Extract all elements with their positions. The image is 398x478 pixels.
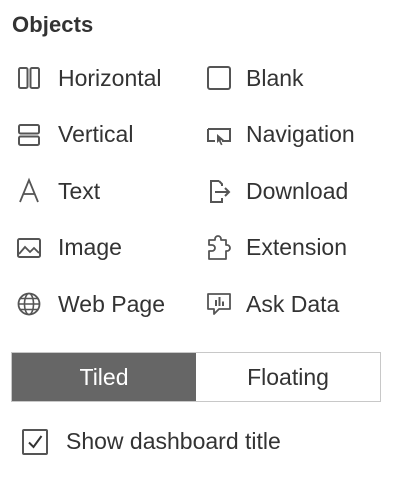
show-title-checkbox[interactable]: [22, 428, 48, 455]
object-ask-data[interactable]: Ask Data: [204, 284, 394, 324]
object-text[interactable]: Text: [14, 171, 204, 211]
object-web-page[interactable]: Web Page: [14, 284, 204, 324]
object-download[interactable]: Download: [204, 171, 394, 211]
object-label: Extension: [246, 234, 348, 260]
navigation-icon: [204, 120, 234, 150]
object-horizontal[interactable]: Horizontal: [14, 58, 204, 98]
object-label: Text: [58, 177, 101, 204]
object-label: Download: [246, 177, 349, 204]
object-navigation[interactable]: Navigation: [204, 115, 394, 155]
object-label: Web Page: [58, 290, 165, 317]
globe-icon: [14, 289, 44, 319]
object-image[interactable]: Image: [14, 228, 204, 268]
object-label: Ask Data: [246, 290, 340, 317]
ask-data-icon: [204, 289, 234, 319]
checkmark-icon: [28, 434, 43, 449]
objects-panel: Objects Horizontal Blank Vertical Naviga…: [0, 0, 398, 478]
object-label: Horizontal: [58, 64, 162, 91]
objects-grid: Horizontal Blank Vertical Navigation Tex…: [14, 58, 394, 341]
download-icon: [204, 176, 234, 206]
layout-mode-toggle: Tiled Floating: [11, 352, 381, 402]
floating-option[interactable]: Floating: [196, 353, 380, 401]
text-icon: [14, 176, 44, 206]
object-vertical[interactable]: Vertical: [14, 115, 204, 155]
object-label: Vertical: [58, 121, 134, 147]
show-title-label: Show dashboard title: [66, 428, 281, 454]
section-title: Objects: [12, 12, 94, 37]
object-label: Image: [58, 234, 122, 260]
blank-icon: [204, 63, 234, 93]
extension-icon: [204, 233, 234, 263]
object-label: Blank: [246, 64, 304, 91]
vertical-layout-icon: [14, 120, 44, 150]
object-label: Navigation: [246, 121, 355, 147]
object-extension[interactable]: Extension: [204, 228, 394, 268]
image-icon: [14, 233, 44, 263]
tiled-option[interactable]: Tiled: [12, 353, 196, 401]
horizontal-layout-icon: [14, 63, 44, 93]
show-title-row[interactable]: Show dashboard title: [22, 428, 281, 455]
object-blank[interactable]: Blank: [204, 58, 394, 98]
